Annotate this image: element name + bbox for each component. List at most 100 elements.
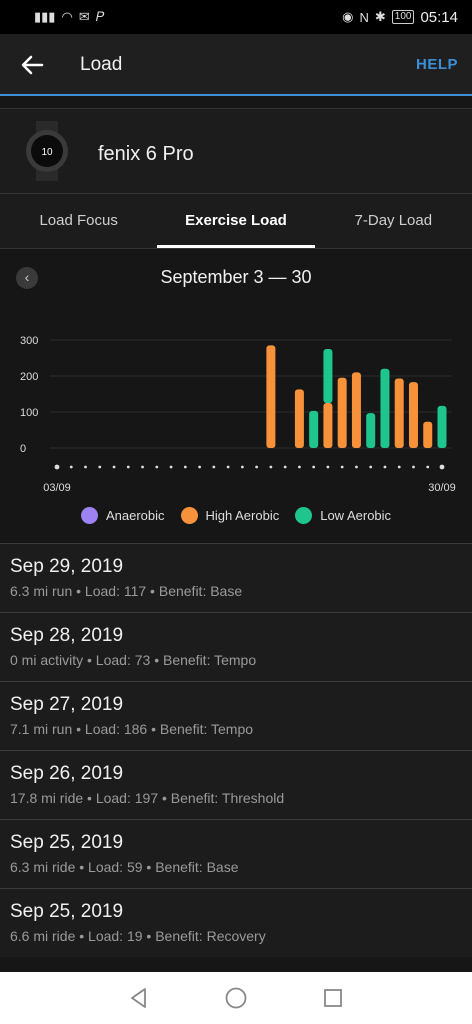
x-axis-dot	[155, 465, 159, 469]
y-tick-label: 200	[20, 371, 38, 383]
list-item[interactable]: Sep 28, 2019 0 mi activity • Load: 73 • …	[0, 612, 472, 681]
x-axis-dot	[369, 465, 373, 469]
device-card[interactable]: 10 fenix 6 Pro	[0, 108, 472, 194]
x-axis-dot	[198, 465, 201, 469]
x-axis-dot	[169, 465, 173, 469]
legend-item-high-aerobic: High Aerobic	[180, 507, 280, 524]
status-bar: ▮▮▮ ◠ ✉ 𝑃 ◉ N ✱ 100 05:14	[0, 0, 472, 34]
x-axis-dot	[240, 465, 244, 469]
x-axis-dot	[312, 465, 316, 469]
x-axis-dot	[112, 465, 116, 469]
x-axis-dot	[84, 465, 87, 469]
list-item[interactable]: Sep 25, 2019 6.3 mi ride • Load: 59 • Be…	[0, 819, 472, 888]
list-item[interactable]: Sep 26, 2019 17.8 mi ride • Load: 197 • …	[0, 750, 472, 819]
x-axis-dot	[326, 465, 330, 469]
date-range: September 3 — 30	[160, 267, 312, 287]
pinterest-icon: 𝑃	[95, 9, 105, 24]
activity-date: Sep 29, 2019	[10, 556, 124, 577]
device-name: fenix 6 Pro	[98, 143, 194, 165]
bluetooth-icon: ✱	[374, 9, 386, 24]
y-tick-label: 300	[20, 335, 38, 347]
activity-detail: 6.6 mi ride • Load: 19 • Benefit: Recove…	[10, 928, 266, 944]
chart-bar	[437, 405, 447, 448]
app-bar: Load HELP	[0, 34, 472, 96]
watch-icon: 10	[26, 121, 68, 181]
tab-7-day-load[interactable]: 7-Day Load	[315, 194, 472, 248]
chart-bar	[366, 413, 376, 448]
legend-dot	[180, 507, 198, 524]
chart-bar	[266, 345, 276, 448]
x-axis-dot	[126, 465, 130, 469]
legend-dot	[80, 507, 98, 524]
eye-icon: ◉	[342, 9, 354, 24]
nfc-icon: N	[359, 9, 369, 25]
battery-icon: 100	[391, 10, 415, 24]
signal-icon: ▮▮▮	[34, 9, 56, 24]
x-tick-label: 03/09	[43, 482, 71, 494]
x-axis-dot	[69, 465, 73, 469]
x-axis-dot	[397, 465, 401, 469]
activity-detail: 6.3 mi run • Load: 117 • Benefit: Base	[10, 583, 243, 599]
x-axis-dot	[283, 465, 287, 469]
nav-home-icon[interactable]	[224, 986, 248, 1010]
legend-label: Low Aerobic	[320, 508, 392, 523]
activity-date: Sep 27, 2019	[10, 694, 124, 715]
chart-bar	[323, 349, 333, 403]
x-axis-dot	[141, 465, 144, 469]
list-item[interactable]: Sep 29, 2019 6.3 mi run • Load: 117 • Be…	[0, 543, 472, 612]
activity-detail: 17.8 mi ride • Load: 197 • Benefit: Thre…	[10, 790, 285, 806]
activity-date: Sep 25, 2019	[10, 832, 124, 853]
x-axis-dot	[298, 465, 301, 469]
y-tick-label: 0	[20, 443, 26, 455]
chart-legend: Anaerobic High Aerobic Low Aerobic	[0, 507, 472, 524]
legend-item-anaerobic: Anaerobic	[80, 507, 165, 524]
x-axis-dot	[226, 465, 230, 469]
chart-bar	[380, 368, 390, 448]
x-axis-dot	[340, 465, 344, 469]
chart-bar	[351, 372, 361, 448]
x-axis-dot	[269, 465, 273, 469]
tab-load-focus[interactable]: Load Focus	[0, 194, 157, 248]
x-axis-dot	[426, 465, 430, 469]
watch-face-text: 10	[41, 147, 53, 158]
help-button[interactable]: HELP	[416, 56, 458, 73]
activity-date: Sep 25, 2019	[10, 901, 124, 922]
legend-item-low-aerobic: Low Aerobic	[295, 507, 391, 524]
list-item[interactable]: Sep 25, 2019 6.6 mi ride • Load: 19 • Be…	[0, 888, 472, 957]
chart-bar	[394, 378, 404, 448]
activity-date: Sep 26, 2019	[10, 763, 124, 784]
chart-bar	[323, 403, 333, 448]
x-axis-dot	[439, 464, 445, 470]
x-axis-dot	[212, 465, 216, 469]
nav-back-icon[interactable]	[127, 986, 151, 1010]
activity-detail: 7.1 mi run • Load: 186 • Benefit: Tempo	[10, 721, 254, 737]
nav-recents-icon[interactable]	[321, 986, 345, 1010]
activity-date: Sep 28, 2019	[10, 625, 124, 646]
activity-detail: 6.3 mi ride • Load: 59 • Benefit: Base	[10, 859, 239, 875]
page-title: Load	[80, 54, 123, 75]
activity-detail: 0 mi activity • Load: 73 • Benefit: Temp…	[10, 652, 257, 668]
tab-exercise-load[interactable]: Exercise Load	[157, 194, 315, 248]
x-axis-dot	[412, 465, 415, 469]
chart-bar	[337, 377, 347, 448]
activity-list: Sep 29, 2019 6.3 mi run • Load: 117 • Be…	[0, 543, 472, 957]
tab-bar: Load Focus Exercise Load 7-Day Load	[0, 194, 472, 249]
system-nav-bar	[0, 972, 472, 1024]
back-arrow-icon[interactable]	[18, 50, 48, 80]
y-tick-label: 100	[20, 407, 38, 419]
legend-label: Anaerobic	[105, 508, 165, 523]
x-axis-dot	[355, 465, 358, 469]
mail-icon: ✉	[78, 9, 90, 24]
x-tick-label: 30/09	[428, 482, 456, 494]
x-axis-dot	[98, 465, 102, 469]
legend-label: High Aerobic	[205, 508, 280, 523]
x-axis-dot	[255, 465, 259, 469]
status-time: 05:14	[420, 8, 458, 26]
chart-bar	[423, 421, 433, 448]
x-axis-dot	[383, 465, 387, 469]
list-item[interactable]: Sep 27, 2019 7.1 mi run • Load: 186 • Be…	[0, 681, 472, 750]
x-axis-dot	[183, 465, 187, 469]
chart-bar	[309, 410, 319, 448]
chart-bar	[294, 389, 304, 448]
legend-dot	[295, 507, 313, 524]
